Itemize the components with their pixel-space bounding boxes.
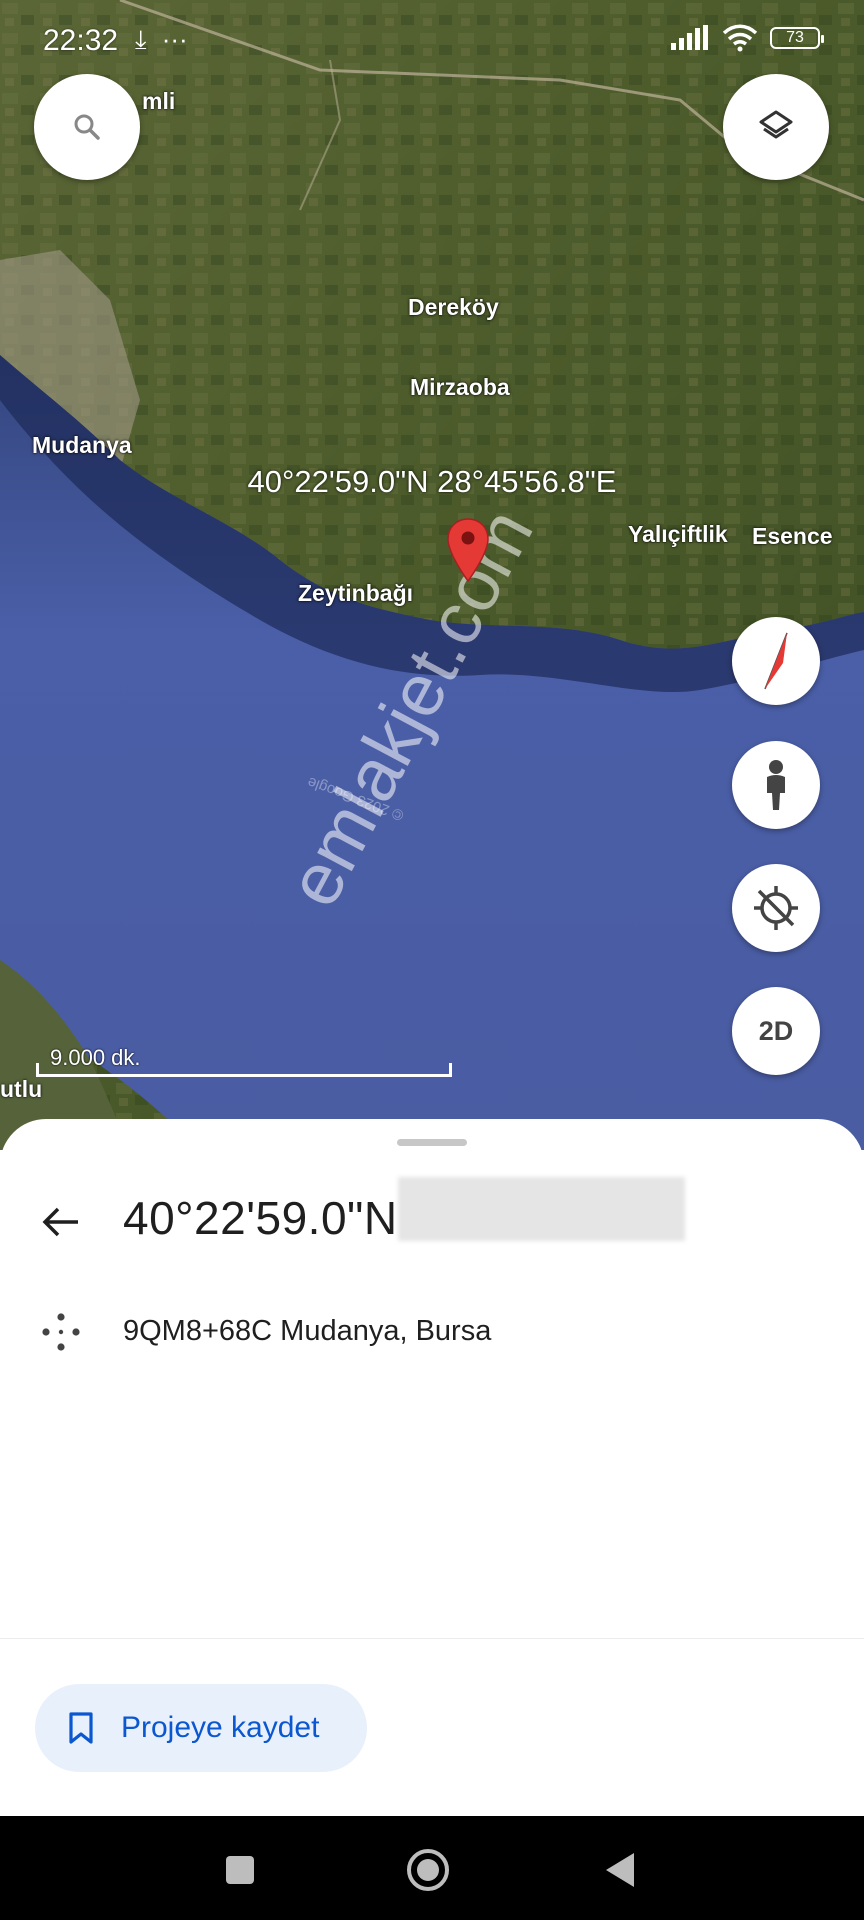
- view-mode-button[interactable]: 2D: [732, 987, 820, 1075]
- scale-bar: [36, 1063, 452, 1077]
- place-label: Dereköy: [408, 294, 499, 320]
- home-circle-icon: [407, 1849, 449, 1891]
- place-label: Mudanya: [32, 432, 132, 458]
- redacted-area: [398, 1177, 685, 1241]
- layers-icon: [759, 110, 793, 139]
- plus-code-icon: [42, 1313, 80, 1351]
- status-bar: 22:32 ⤓ ··· 73: [0, 0, 864, 80]
- place-label: Yalıçiftlik: [628, 521, 728, 547]
- pegman-icon: [767, 760, 785, 810]
- wifi-icon: [722, 24, 758, 52]
- bookmark-icon: [69, 1712, 93, 1744]
- map-pin-icon[interactable]: [445, 517, 491, 583]
- save-to-project-button[interactable]: Projeye kaydet: [35, 1684, 367, 1772]
- map-scale: 9.000 dk.: [36, 1045, 454, 1077]
- status-right-icons: 73: [670, 24, 824, 52]
- back-nav-button[interactable]: [596, 1846, 644, 1894]
- place-label: Zeytinbağı: [298, 580, 414, 606]
- drag-handle[interactable]: [397, 1139, 467, 1146]
- battery-level: 73: [786, 29, 804, 46]
- location-title: 40°22'59.0"N: [123, 1192, 398, 1244]
- home-button[interactable]: [404, 1846, 452, 1894]
- place-label: mli: [142, 88, 176, 114]
- selected-coordinates-label: 40°22'59.0"N 28°45'56.8"E: [247, 464, 617, 499]
- search-button[interactable]: [34, 74, 140, 180]
- battery-icon: 73: [770, 27, 824, 49]
- recents-button[interactable]: [216, 1846, 264, 1894]
- my-location-button[interactable]: [732, 864, 820, 952]
- save-to-project-label: Projeye kaydet: [121, 1711, 320, 1744]
- download-icon: ⤓: [135, 24, 147, 54]
- place-label: Mirzaoba: [410, 374, 510, 400]
- divider: [0, 1638, 864, 1639]
- search-icon: [74, 114, 100, 140]
- street-view-button[interactable]: [732, 741, 820, 829]
- place-label: utlu: [0, 1076, 43, 1102]
- back-button[interactable]: [34, 1195, 88, 1249]
- status-time: 22:32: [43, 24, 119, 57]
- more-dots-icon: ···: [161, 24, 188, 54]
- place-bottom-sheet: 40°22'59.0"N 9QM8+68C Mudanya, Bursa Pro…: [0, 1119, 864, 1816]
- layers-button[interactable]: [723, 74, 829, 180]
- satellite-map[interactable]: © 2023 Google emlakjet.com mli Dereköy M…: [0, 0, 864, 1150]
- place-label: Esence: [752, 523, 833, 549]
- plus-code-text[interactable]: 9QM8+68C Mudanya, Bursa: [123, 1315, 491, 1348]
- compass-icon: [764, 632, 788, 690]
- triangle-back-icon: [606, 1853, 634, 1887]
- notification-icons: ⤓ ···: [135, 24, 188, 56]
- signal-icon: [671, 25, 708, 50]
- compass-button[interactable]: [732, 617, 820, 705]
- system-nav-bar: [0, 1816, 864, 1920]
- location-off-icon: [754, 886, 798, 930]
- square-icon: [226, 1856, 254, 1884]
- arrow-back-icon: [42, 1207, 78, 1237]
